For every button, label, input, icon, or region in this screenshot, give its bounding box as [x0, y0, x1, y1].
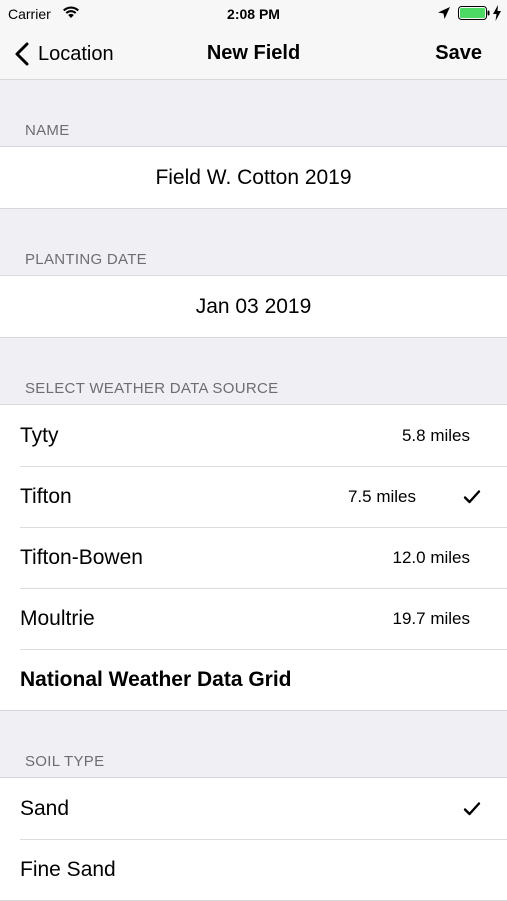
- save-button[interactable]: Save: [435, 42, 482, 65]
- weather-source-label: Tifton-Bowen: [20, 545, 143, 569]
- weather-source-row[interactable]: National Weather Data Grid: [0, 649, 507, 710]
- planting-date-group: Jan 03 2019: [0, 275, 507, 338]
- planting-date-field[interactable]: Jan 03 2019: [0, 276, 507, 337]
- weather-source-row[interactable]: Tifton 7.5 miles: [0, 466, 507, 527]
- weather-source-row[interactable]: Tyty 5.8 miles: [0, 405, 507, 466]
- weather-source-distance: 19.7 miles: [392, 608, 470, 628]
- form-content: NAME Field W. Cotton 2019 PLANTING DATE …: [0, 80, 507, 901]
- soil-type-label: Sand: [20, 796, 70, 820]
- weather-source-label: Tifton: [20, 484, 72, 508]
- checkmark-icon: [463, 801, 481, 815]
- status-time: 2:08 PM: [227, 6, 280, 22]
- page-title: New Field: [206, 42, 301, 64]
- weather-source-distance: 7.5 miles: [347, 486, 416, 506]
- soil-section-header: SOIL TYPE: [25, 753, 105, 770]
- name-field[interactable]: Field W. Cotton 2019: [0, 147, 507, 208]
- checkmark-icon: [463, 489, 481, 503]
- soil-type-label: Fine Sand: [20, 857, 116, 881]
- weather-source-distance: 5.8 miles: [401, 425, 470, 445]
- soil-type-row[interactable]: Sand: [0, 778, 507, 839]
- charging-bolt-icon: [493, 5, 501, 21]
- weather-source-row[interactable]: Moultrie 19.7 miles: [0, 588, 507, 649]
- battery-icon: [458, 6, 490, 20]
- name-group: Field W. Cotton 2019: [0, 146, 507, 209]
- weather-section-header: SELECT WEATHER DATA SOURCE: [25, 380, 279, 397]
- weather-source-distance: 12.0 miles: [392, 547, 470, 567]
- planting-date-section-header: PLANTING DATE: [25, 251, 147, 268]
- weather-source-list: Tyty 5.8 miles Tifton 7.5 miles Tifton-B…: [0, 404, 507, 711]
- weather-source-label: Moultrie: [20, 606, 95, 630]
- navigation-bar: Location New Field Save: [0, 28, 507, 80]
- location-arrow-icon: [438, 7, 450, 19]
- weather-source-label: National Weather Data Grid: [20, 667, 292, 691]
- name-section-header: NAME: [25, 122, 70, 139]
- soil-type-list: Sand Fine Sand: [0, 777, 507, 901]
- soil-type-row[interactable]: Fine Sand: [0, 839, 507, 900]
- weather-source-row[interactable]: Tifton-Bowen 12.0 miles: [0, 527, 507, 588]
- status-bar: Carrier 2:08 PM: [0, 0, 507, 28]
- weather-source-label: Tyty: [20, 423, 59, 447]
